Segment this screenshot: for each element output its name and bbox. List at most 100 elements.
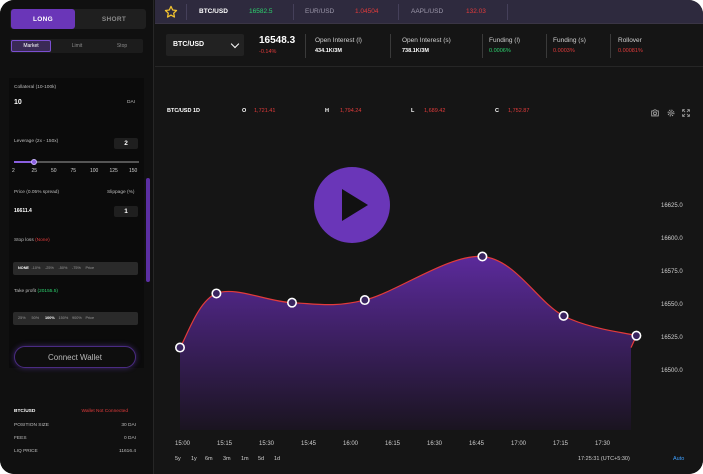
connect-wallet-button[interactable]: Connect Wallet [14,346,136,368]
y-tick-label: 16525.0 [661,335,683,341]
tab-long[interactable]: LONG [11,9,75,29]
x-tick-label: 16:00 [343,441,359,447]
ticker-price-eur: 1.04504 [355,8,379,15]
stop-loss-label: Stop loss (None) [14,238,50,243]
stop-loss-option[interactable]: NONE [18,266,29,270]
tab-stop[interactable]: Stop [102,40,142,52]
y-tick-label: 16625.0 [661,203,683,209]
play-button[interactable] [314,167,390,243]
stat-funding-short: Funding (s) 0.0003% [553,37,586,54]
ticker-pair-eur[interactable]: EUR/USD [305,8,334,15]
divider [610,34,611,58]
sidebar-scrollbar[interactable] [146,178,150,282]
stop-loss-option[interactable]: Price [86,266,95,270]
leverage-input[interactable]: 2 [114,138,138,149]
data-point[interactable] [631,330,642,341]
tab-market[interactable]: Market [11,40,51,52]
take-profit-option[interactable]: 900% [72,316,82,320]
collateral-input[interactable]: 10 [14,99,22,106]
stop-loss-option[interactable]: -25% [45,266,54,270]
range-button-5d[interactable]: 5d [258,456,264,462]
take-profit-option[interactable]: 100% [45,316,55,320]
divider [390,34,391,58]
leverage-slider[interactable] [14,159,139,165]
pair-select[interactable]: BTC/USD [166,34,244,56]
leverage-tick[interactable]: 100 [90,168,98,174]
price-value: 16611.4 [14,208,32,214]
ticker-pair-aapl[interactable]: AAPL/USD [411,8,443,15]
data-point[interactable] [211,288,222,299]
summary-pair-row: BTC/USD Wallet Not Connected [14,409,136,417]
y-tick-label: 16600.0 [661,236,683,242]
ticker-price-aapl: 132.03 [466,8,486,15]
stat-funding-long: Funding (l) 0.0006% [489,37,521,54]
price-label: Price (0.05% spread) [14,190,60,195]
divider [398,4,399,20]
range-button-1m[interactable]: 1m [241,456,249,462]
leverage-tick[interactable]: 50 [51,168,57,174]
divider [482,34,483,58]
x-tick-label: 16:15 [385,441,401,447]
x-tick-label: 15:00 [175,441,191,447]
x-tick-label: 16:30 [427,441,443,447]
slippage-input[interactable]: 1 [114,206,138,217]
leverage-tick[interactable]: 150 [129,168,137,174]
slippage-label: Slippage (%) [107,190,135,195]
leverage-slider-handle[interactable] [31,159,37,165]
price-chart[interactable]: BTC/USD 1D O 1,721.41 H 1,794.24 L 1,689… [155,68,703,474]
range-button-3m[interactable]: 3m [223,456,231,462]
data-point[interactable] [174,342,185,353]
data-point[interactable] [287,297,298,308]
divider [507,4,508,20]
app-window: LONG SHORT Market Limit Stop Collateral … [0,0,703,474]
data-point[interactable] [558,310,569,321]
stop-loss-option[interactable]: -10% [32,266,41,270]
stat-rollover: Rollover 0.00081% [618,37,643,54]
data-point[interactable] [477,251,488,262]
pair-select-value: BTC/USD [173,41,205,48]
tab-limit[interactable]: Limit [57,40,97,52]
fees-row: FEES 0 DAI [14,436,136,444]
summary-pair: BTC/USD [14,409,36,414]
collateral-unit: DAI [127,100,135,105]
leverage-ticks: 2 25 50 75 100 125 150 [12,168,142,176]
ticker-pair-btc[interactable]: BTC/USD [199,8,228,15]
auto-scale-toggle[interactable]: Auto [673,456,684,462]
fees-label: FEES [14,436,27,441]
liq-price-label: LIQ PRICE [14,449,38,454]
x-tick-label: 16:45 [469,441,485,447]
leverage-tick[interactable]: 125 [110,168,118,174]
order-type-tabs: Market Limit Stop [10,39,143,53]
range-button-1d[interactable]: 1d [274,456,280,462]
divider [305,34,306,58]
stop-loss-options: NONE -10% -25% -50% -75% Price [13,262,138,275]
divider [186,4,187,20]
trade-panel: LONG SHORT Market Limit Stop Collateral … [0,0,154,474]
favorite-star-icon[interactable] [164,5,178,19]
stop-loss-option[interactable]: -50% [59,266,68,270]
range-button-5y[interactable]: 5y [175,456,181,462]
data-point[interactable] [359,295,370,306]
fees-value: 0 DAI [124,436,136,441]
liq-price-value: 11616.4 [119,449,136,454]
leverage-tick[interactable]: 2 [12,168,15,174]
take-profit-option[interactable]: Price [86,316,95,320]
leverage-tick[interactable]: 25 [32,168,38,174]
price-chart-plot: 16625.0 16600.0 16575.0 16550.0 16525.0 16500… [174,203,683,447]
take-profit-option[interactable]: 25% [18,316,26,320]
take-profit-option[interactable]: 50% [32,316,40,320]
stop-loss-option[interactable]: -75% [72,266,81,270]
leverage-tick[interactable]: 75 [71,168,77,174]
range-button-6m[interactable]: 6m [205,456,213,462]
stat-open-interest-short: Open Interest (s) 738.1K/3M [402,37,451,54]
position-size-row: POSITION SIZE 30 DAI [14,423,136,431]
range-button-1y[interactable]: 1y [191,456,197,462]
take-profit-option[interactable]: 150% [59,316,69,320]
x-tick-label: 15:15 [217,441,233,447]
x-tick-label: 17:00 [511,441,527,447]
ticker-bar: BTC/USD 16582.5 EUR/USD 1.04504 AAPL/USD… [155,0,703,24]
market-info-header: BTC/USD 16548.3 -0.14% Open Interest (l)… [155,25,703,67]
x-tick-label: 17:30 [595,441,611,447]
tab-short[interactable]: SHORT [82,9,146,29]
collateral-label: Collateral (10-100k) [14,85,57,90]
